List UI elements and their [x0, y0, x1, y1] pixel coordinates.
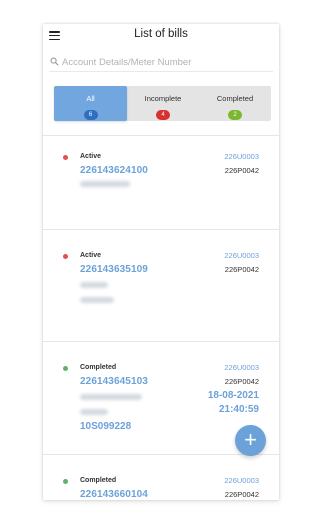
bill-status: Completed	[80, 477, 117, 484]
unit-code: 226U0003	[224, 152, 259, 161]
unit-code: 226U0003	[224, 476, 259, 485]
pole-code: 226P0042	[224, 265, 259, 274]
status-dot	[63, 254, 68, 259]
status-dot	[63, 155, 68, 160]
bill-status: Active	[80, 252, 102, 259]
pole-code: 226P0042	[224, 490, 259, 499]
account-number: 226143660104	[80, 489, 148, 500]
bill-date: 18-08-2021	[207, 390, 259, 401]
tab-completed-label: Completed	[216, 94, 254, 103]
status-dot	[63, 479, 68, 484]
app-bar: List of bills	[43, 24, 279, 48]
tab-incomplete[interactable]: Incomplete 4	[127, 86, 199, 121]
bill-card[interactable]: Active 226143624100 226U0003 226P0042	[43, 136, 279, 229]
redacted-detail	[80, 394, 142, 400]
bill-card[interactable]: Completed 226143660104 226U0003 226P0042	[43, 455, 279, 500]
bill-card[interactable]: Active 226143635109 226U0003 226P0042	[43, 230, 279, 341]
page-title: List of bills	[134, 28, 188, 40]
status-filter-tabs: All 6 Incomplete 4 Completed 2	[54, 86, 271, 121]
account-number: 226143624100	[80, 165, 148, 176]
search-bar	[49, 54, 273, 72]
search-icon	[50, 57, 59, 66]
meter-number: 10S099228	[80, 421, 132, 432]
app-screen: List of bills All 6 Incomplete 4 Complet…	[43, 24, 279, 500]
bill-time: 21:40:59	[218, 404, 259, 415]
tab-completed-count-badge: 2	[228, 110, 242, 120]
bill-status: Completed	[80, 364, 117, 371]
unit-code: 226U0003	[224, 363, 259, 372]
account-number: 226143635109	[80, 264, 148, 275]
tab-all[interactable]: All 6	[54, 86, 127, 121]
redacted-detail	[80, 297, 114, 303]
account-number: 226143645103	[80, 376, 148, 387]
unit-code: 226U0003	[224, 251, 259, 260]
search-input[interactable]	[62, 54, 270, 71]
tab-incomplete-label: Incomplete	[144, 94, 182, 103]
tab-incomplete-count-badge: 4	[156, 110, 170, 120]
status-dot	[63, 366, 68, 371]
tab-all-count-badge: 6	[83, 110, 98, 120]
redacted-detail	[80, 282, 108, 288]
pole-code: 226P0042	[224, 377, 259, 386]
redacted-detail	[80, 409, 108, 415]
tab-all-label: All	[86, 94, 95, 103]
bill-status: Active	[80, 153, 102, 160]
add-bill-button[interactable]: +	[235, 425, 266, 456]
tab-completed[interactable]: Completed 2	[199, 86, 271, 121]
redacted-detail	[80, 181, 130, 187]
pole-code: 226P0042	[224, 166, 259, 175]
plus-icon: +	[244, 427, 257, 452]
